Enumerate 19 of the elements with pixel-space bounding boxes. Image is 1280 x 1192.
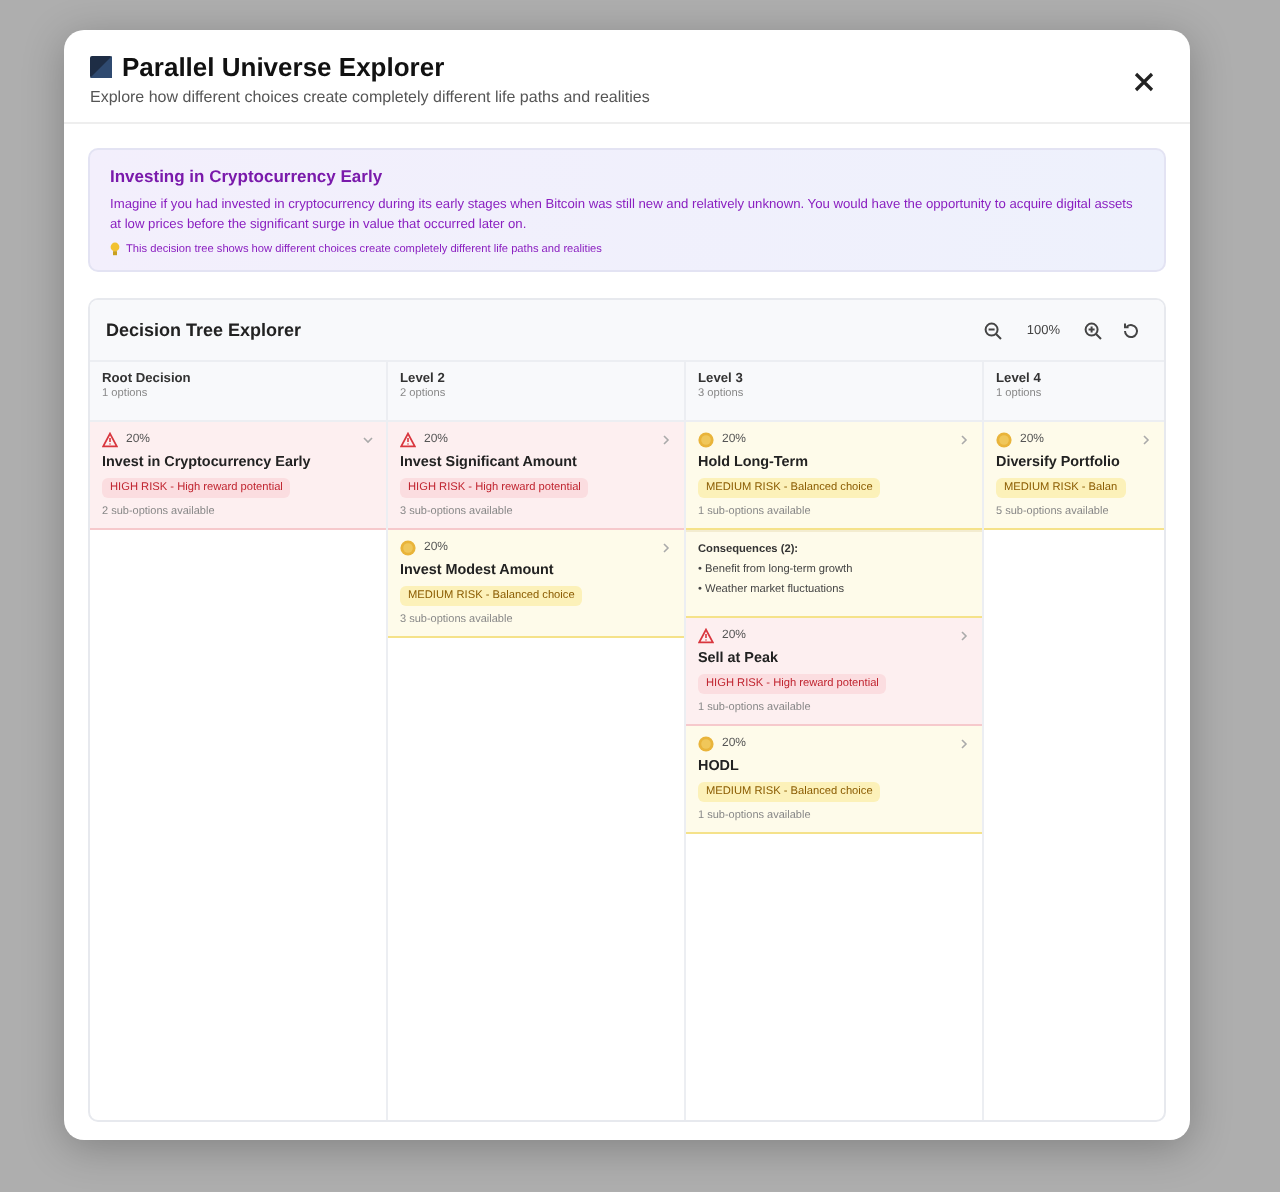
zoom-in-button[interactable] (1080, 317, 1106, 343)
dialog-subtitle: Explore how different choices create completely different life paths and realities (90, 88, 650, 106)
reset-icon (1122, 321, 1140, 339)
coin-icon (996, 432, 1012, 448)
zoom-in-icon (1084, 321, 1102, 339)
dark-square-icon (90, 56, 112, 78)
coin-icon (698, 736, 714, 752)
lightbulb-icon (110, 242, 120, 256)
warning-icon (698, 628, 714, 644)
dialog-title: Parallel Universe Explorer (122, 52, 445, 82)
scenario-title: Investing in Cryptocurrency Early (110, 166, 385, 186)
coin-icon (698, 432, 714, 448)
zoom-out-button[interactable] (980, 317, 1007, 343)
warning-icon (102, 432, 118, 448)
zoom-out-icon (984, 321, 1003, 339)
warning-icon (400, 432, 416, 448)
coin-icon (400, 540, 416, 556)
panel-title: Decision Tree Explorer (106, 320, 302, 340)
close-icon (1134, 72, 1154, 92)
